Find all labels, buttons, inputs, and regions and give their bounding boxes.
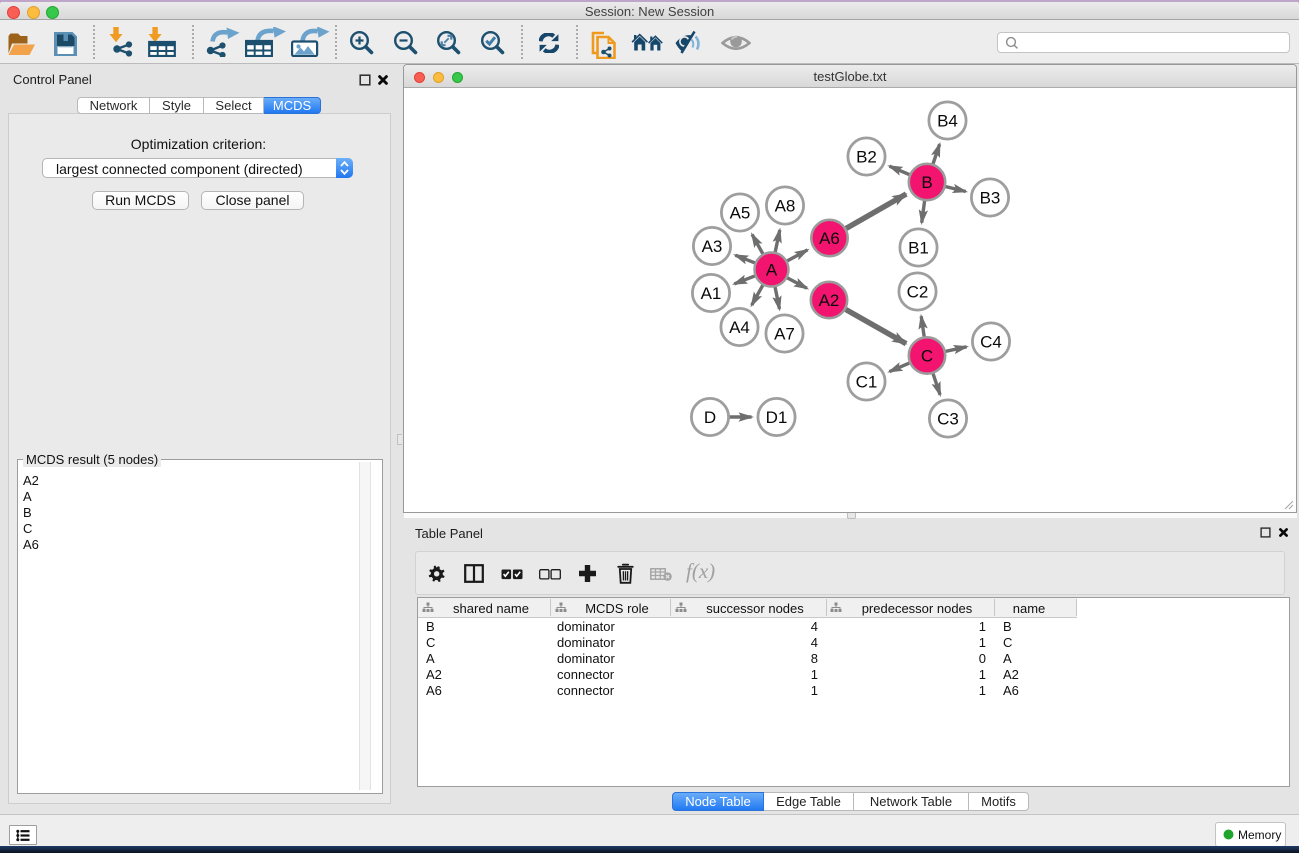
svg-text:C: C bbox=[921, 347, 933, 366]
svg-text:A7: A7 bbox=[774, 325, 795, 344]
svg-text:D: D bbox=[704, 408, 716, 427]
svg-text:A4: A4 bbox=[729, 318, 750, 337]
svg-text:B: B bbox=[921, 173, 932, 192]
svg-text:A: A bbox=[766, 261, 778, 280]
svg-text:C2: C2 bbox=[907, 283, 929, 302]
svg-text:D1: D1 bbox=[766, 408, 788, 427]
svg-text:A6: A6 bbox=[819, 229, 840, 248]
svg-text:B4: B4 bbox=[937, 112, 958, 131]
svg-text:A5: A5 bbox=[730, 204, 751, 223]
svg-text:C4: C4 bbox=[980, 333, 1002, 352]
svg-text:C1: C1 bbox=[856, 373, 878, 392]
svg-text:A3: A3 bbox=[702, 237, 723, 256]
svg-text:B2: B2 bbox=[856, 148, 877, 167]
svg-text:B3: B3 bbox=[980, 189, 1001, 208]
svg-text:C3: C3 bbox=[937, 410, 959, 429]
svg-text:A8: A8 bbox=[775, 197, 796, 216]
svg-text:B1: B1 bbox=[908, 239, 929, 258]
svg-text:A2: A2 bbox=[819, 291, 840, 310]
svg-text:A1: A1 bbox=[701, 284, 722, 303]
